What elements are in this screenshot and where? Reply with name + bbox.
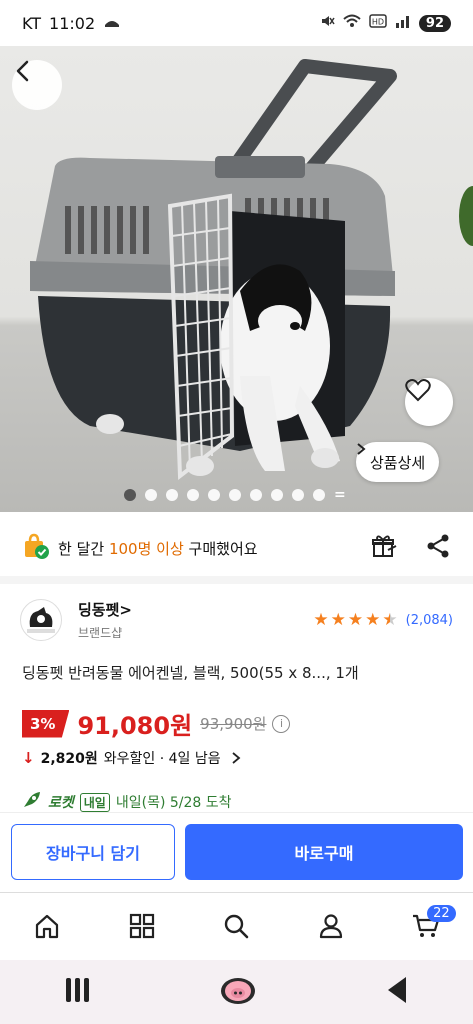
cart-count-badge: 22	[427, 904, 456, 922]
original-price: 93,900원	[200, 715, 267, 733]
tomorrow-badge: 내일	[79, 792, 110, 812]
chevron-right-icon	[232, 752, 241, 764]
product-detail-label: 상품상세	[370, 453, 426, 472]
product-title: 딩동펫 반려동물 에어켄넬, 블랙, 500(55 x 8..., 1개	[22, 664, 359, 682]
brand-name: 딩동펫	[78, 601, 120, 619]
share-icon[interactable]	[425, 533, 451, 563]
brand-name-link[interactable]: 딩동펫>	[78, 599, 132, 620]
status-bar: KT 11:02 HD 92	[0, 0, 473, 46]
battery-indicator: 92	[418, 14, 451, 32]
svg-text:HD: HD	[372, 18, 384, 27]
chevron-left-icon	[16, 60, 29, 82]
back-system-button[interactable]	[384, 975, 410, 1009]
nav-categories[interactable]	[112, 901, 172, 951]
nav-my-page[interactable]	[301, 901, 361, 951]
rating[interactable]: ★ ★ ★ ★ ★ (2,084)	[313, 610, 453, 630]
star-full-icon: ★	[330, 610, 346, 630]
carousel-dot[interactable]	[208, 489, 220, 501]
carousel-dot[interactable]	[145, 489, 157, 501]
system-navigation-bar	[0, 960, 473, 1024]
buy-now-button[interactable]: 바로구매	[185, 824, 463, 880]
carousel-dot[interactable]	[250, 489, 262, 501]
nav-search[interactable]	[206, 901, 266, 951]
heart-icon	[405, 379, 431, 402]
more-dots-icon: =	[334, 487, 346, 503]
shopping-bag-check-icon	[22, 532, 50, 564]
bottom-navigation: 22	[0, 892, 473, 958]
section-divider	[0, 576, 473, 584]
hd-icon: HD	[369, 14, 387, 32]
purchase-suffix: 구매했어요	[188, 539, 258, 558]
carrier-label: KT	[22, 13, 42, 33]
sale-price: 91,080원	[77, 712, 193, 740]
product-detail-button[interactable]: 상품상세	[356, 442, 440, 482]
search-icon	[225, 914, 249, 938]
carousel-dot[interactable]	[313, 489, 325, 501]
clock: 11:02	[49, 13, 96, 33]
carousel-indicator: =	[124, 487, 346, 503]
back-button[interactable]	[12, 60, 62, 110]
carousel-dot[interactable]	[292, 489, 304, 501]
wow-discount-row[interactable]: ↓ 2,820원 와우할인 · 4일 남음	[22, 748, 241, 768]
carousel-dot[interactable]	[271, 489, 283, 501]
carousel-dot[interactable]	[166, 489, 178, 501]
star-full-icon: ★	[313, 610, 329, 630]
nav-home[interactable]	[17, 901, 77, 951]
signal-icon	[395, 14, 411, 32]
chevron-right-icon	[357, 443, 366, 455]
purchase-prefix: 한 달간	[58, 539, 105, 558]
star-full-icon: ★	[365, 610, 381, 630]
star-half-icon: ★	[382, 610, 398, 630]
notification-icon	[103, 14, 121, 33]
mute-icon	[319, 13, 335, 33]
product-image-carousel[interactable]: 상품상세 =	[0, 46, 473, 512]
brand-shop-label: 브랜드샵	[78, 626, 123, 640]
carousel-dot[interactable]	[124, 489, 136, 501]
brand-chevron: >	[119, 601, 132, 619]
wow-text: 와우할인 · 4일 남음	[103, 751, 221, 767]
price-row: 3% 91,080원 93,900원 i	[22, 706, 291, 741]
carousel-dot[interactable]	[229, 489, 241, 501]
info-icon[interactable]: i	[272, 714, 291, 733]
arrival-date: 내일(목) 5/28 도착	[115, 795, 232, 811]
rocket-icon	[22, 791, 42, 813]
carousel-dot[interactable]	[187, 489, 199, 501]
purchase-stats-text: 한 달간 100명 이상 구매했어요	[58, 538, 258, 559]
recent-apps-icon	[66, 978, 90, 1002]
purchase-highlight: 100명 이상	[108, 539, 184, 558]
delivery-row: 로켓 내일 내일(목) 5/28 도착	[22, 791, 232, 813]
rocket-label: 로켓	[48, 795, 74, 811]
star-full-icon: ★	[347, 610, 364, 630]
purchase-action-bar: 장바구니 담기 바로구매	[0, 812, 473, 892]
home-icon	[36, 914, 59, 938]
home-system-button[interactable]	[219, 975, 257, 1009]
discount-badge: 3%	[22, 709, 70, 738]
down-arrow-icon: ↓	[22, 749, 35, 767]
nav-cart[interactable]: 22	[396, 901, 456, 951]
user-icon	[319, 913, 343, 938]
grid-icon	[129, 913, 154, 938]
wishlist-button[interactable]	[405, 378, 453, 426]
pig-home-icon	[221, 978, 256, 1004]
purchase-stats-row: 한 달간 100명 이상 구매했어요	[22, 528, 451, 568]
recent-apps-button[interactable]	[63, 977, 93, 1007]
add-to-cart-button[interactable]: 장바구니 담기	[11, 824, 175, 880]
brand-row: 딩동펫> 브랜드샵 ★ ★ ★ ★ ★ (2,084)	[20, 596, 453, 644]
gift-icon[interactable]	[371, 533, 397, 563]
wifi-icon	[343, 14, 361, 32]
review-count[interactable]: (2,084)	[406, 613, 453, 628]
wow-amount: 2,820원	[40, 751, 98, 767]
brand-logo[interactable]	[20, 599, 62, 641]
back-triangle-icon	[387, 977, 406, 1003]
